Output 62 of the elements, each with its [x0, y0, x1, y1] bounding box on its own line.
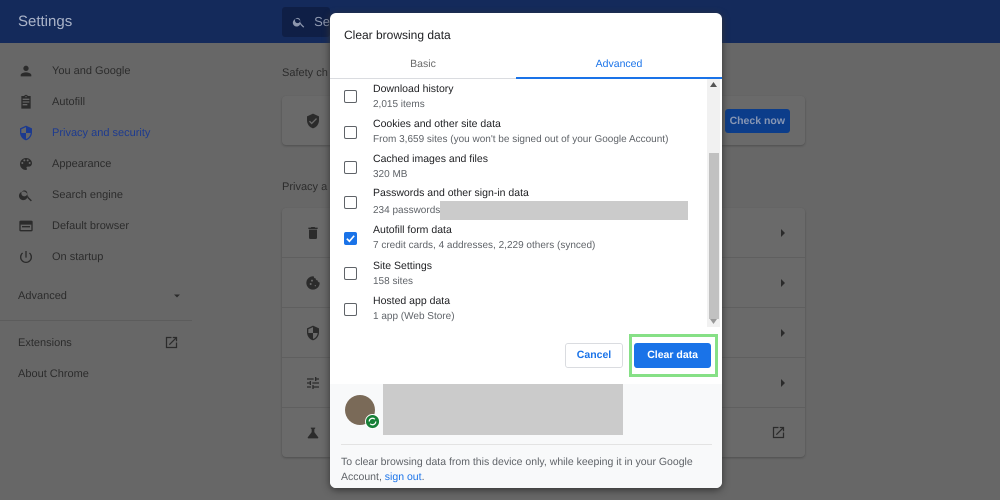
sidebar-item[interactable]: Appearance — [0, 148, 192, 179]
checkbox[interactable] — [344, 267, 357, 280]
arrow-up-icon[interactable] — [710, 82, 717, 87]
avatar — [345, 395, 375, 425]
option-detail: From 3,659 sites (you won't be signed out of your Google Account) — [373, 133, 668, 148]
dialog-title: Clear browsing data — [343, 27, 452, 44]
option-detail: 158 sites — [373, 274, 414, 289]
chevron-icon[interactable] — [780, 228, 786, 236]
sidebar-link[interactable]: Extensions — [18, 336, 72, 348]
clear-data-button[interactable]: Clear data — [634, 342, 711, 368]
flask-icon — [305, 424, 321, 440]
check-now-button[interactable]: Check now — [724, 108, 790, 132]
power-icon — [18, 248, 34, 264]
option-title: Download history — [373, 82, 454, 97]
checkbox[interactable] — [344, 126, 357, 139]
dialog-tab[interactable]: Basic — [330, 50, 516, 79]
option-detail: 2,015 items — [373, 98, 425, 112]
option-title: Autofill form data — [373, 223, 453, 238]
option-title: Site Settings — [373, 258, 432, 274]
option-detail: 320 MB — [373, 168, 408, 182]
sidebar-item[interactable]: Autofill — [0, 86, 192, 117]
sidebar-item[interactable]: Default browser — [0, 210, 192, 241]
checkbox[interactable] — [344, 302, 357, 316]
person-icon — [18, 62, 34, 78]
browser-window-icon — [18, 218, 34, 234]
search-field[interactable]: Se — [282, 6, 330, 36]
section-heading: Safety ch — [282, 66, 328, 81]
chevron-icon[interactable] — [780, 328, 786, 336]
sliders-icon — [305, 374, 321, 390]
scrollbar[interactable] — [707, 79, 720, 327]
section-heading: Privacy a — [282, 180, 328, 195]
shield-check-icon — [305, 112, 321, 128]
settings-title: Settings — [17, 13, 74, 30]
sidebar-item[interactable]: Privacy and security — [0, 117, 192, 148]
sidebar-link[interactable]: About Chrome — [18, 368, 89, 380]
sign-out-note: To clear browsing data from this device only, while keeping it in your Google Account, sign out. — [341, 455, 694, 485]
external-link-icon — [771, 425, 786, 440]
option-title: Passwords and other sign-in data — [373, 186, 530, 201]
cookie-icon — [305, 274, 321, 290]
shield-icon — [18, 124, 34, 140]
checkbox[interactable] — [344, 160, 357, 174]
dialog-tab[interactable]: Advanced — [516, 50, 722, 79]
sidebar-item[interactable]: On startup — [0, 241, 192, 272]
option-title: Cached images and files — [373, 152, 488, 168]
sidebar-item[interactable]: Search engine — [0, 179, 192, 210]
cancel-button[interactable]: Cancel — [564, 342, 624, 368]
option-title: Hosted app data — [373, 294, 452, 310]
option-detail: 7 credit cards, 4 addresses, 2,229 others (synced) — [373, 239, 596, 254]
checkbox[interactable] — [344, 232, 357, 245]
sign-out-link[interactable]: sign out — [384, 471, 422, 483]
option-detail: 234 passwords — [373, 204, 440, 218]
advanced-toggle[interactable]: Advanced — [0, 278, 192, 314]
chevron-icon[interactable] — [780, 378, 786, 386]
external-link-icon — [164, 335, 179, 350]
option-title: Cookies and other site data — [373, 117, 502, 132]
checkbox[interactable] — [344, 90, 357, 104]
palette-icon — [18, 156, 34, 172]
sidebar-item[interactable]: You and Google — [0, 55, 192, 86]
checkbox[interactable] — [344, 196, 357, 210]
shield-icon — [305, 324, 321, 340]
option-detail: 1 app (Web Store) — [373, 310, 455, 324]
chevron-icon[interactable] — [780, 278, 786, 286]
